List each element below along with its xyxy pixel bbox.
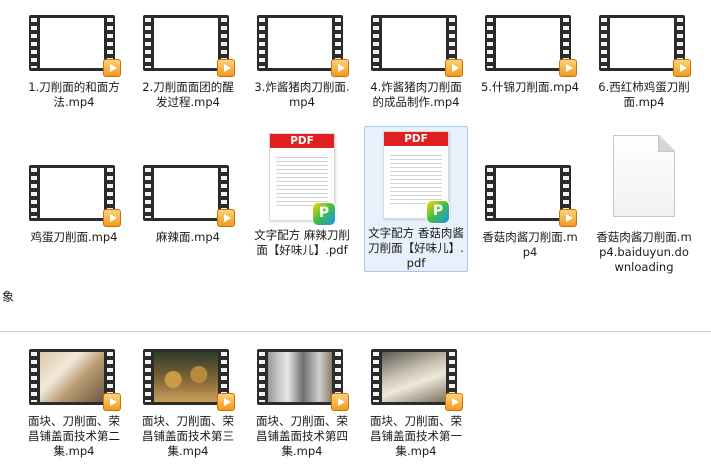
play-icon xyxy=(445,59,463,77)
video-thumbnail xyxy=(27,349,121,411)
play-icon xyxy=(559,209,577,227)
video-thumbnail xyxy=(141,165,235,227)
video-thumbnail xyxy=(369,349,463,411)
pdf-badge: PDF xyxy=(270,134,334,148)
file-name: 5.什锦刀削面.mp4 xyxy=(481,80,579,94)
file-name: 面块、刀削面、荣昌铺盖面技术第二集.mp4 xyxy=(28,414,120,458)
play-icon xyxy=(103,209,121,227)
file-pane-top: 1.刀削面的和面方法.mp4 2.刀削面面团的醒发过程.mp4 3.炸酱猪肉刀削… xyxy=(0,0,711,280)
blank-file-icon xyxy=(613,135,675,217)
file-name: 1.刀削面的和面方法.mp4 xyxy=(28,80,120,109)
file-name: 文字配方 麻辣刀削面【好味儿】.pdf xyxy=(254,228,350,257)
file-name: 面块、刀削面、荣昌铺盖面技术第四集.mp4 xyxy=(256,414,348,458)
pdf-badge: PDF xyxy=(384,132,448,146)
file-item-video[interactable]: 面块、刀削面、荣昌铺盖面技术第二集.mp4 xyxy=(22,344,126,460)
file-name: 香菇肉酱刀削面.mp4 xyxy=(482,230,578,259)
pdf-thumbnail: PDF xyxy=(369,131,463,223)
file-item-video[interactable]: 面块、刀削面、荣昌铺盖面技术第一集.mp4 xyxy=(364,344,468,460)
pdf-reader-app-icon xyxy=(427,201,449,223)
file-item-video[interactable]: 麻辣面.mp4 xyxy=(136,160,240,246)
play-icon xyxy=(331,59,349,77)
file-item-video[interactable]: 4.炸酱猪肉刀削面的成品制作.mp4 xyxy=(364,10,468,111)
play-icon xyxy=(673,59,691,77)
video-thumbnail xyxy=(369,15,463,77)
video-thumbnail xyxy=(27,165,121,227)
play-icon xyxy=(559,59,577,77)
download-thumbnail xyxy=(597,135,691,227)
video-thumbnail xyxy=(141,349,235,411)
file-name: 麻辣面.mp4 xyxy=(156,230,220,244)
file-item-video[interactable]: 鸡蛋刀削面.mp4 xyxy=(22,160,126,246)
divider xyxy=(0,331,711,332)
file-item-video[interactable]: 香菇肉酱刀削面.mp4 xyxy=(478,160,582,261)
file-name: 面块、刀削面、荣昌铺盖面技术第一集.mp4 xyxy=(370,414,462,458)
pdf-reader-app-icon xyxy=(313,203,335,225)
video-thumbnail xyxy=(255,349,349,411)
file-name: 面块、刀削面、荣昌铺盖面技术第三集.mp4 xyxy=(142,414,234,458)
file-item-pdf-selected[interactable]: PDF 文字配方 香菇肉酱刀削面【好味儿】.pdf xyxy=(364,126,468,272)
play-icon xyxy=(103,393,121,411)
file-item-download[interactable]: 香菇肉酱刀削面.mp4.baiduyun.downloading xyxy=(592,130,696,276)
file-name: 6.西红柿鸡蛋刀削面.mp4 xyxy=(598,80,690,109)
file-item-pdf[interactable]: PDF 文字配方 麻辣刀削面【好味儿】.pdf xyxy=(250,128,354,259)
file-name: 文字配方 香菇肉酱刀削面【好味儿】.pdf xyxy=(368,226,464,270)
pdf-thumbnail: PDF xyxy=(255,133,349,225)
file-item-video[interactable]: 3.炸酱猪肉刀削面.mp4 xyxy=(250,10,354,111)
video-thumbnail xyxy=(483,165,577,227)
play-icon xyxy=(103,59,121,77)
file-name: 4.炸酱猪肉刀削面的成品制作.mp4 xyxy=(370,80,462,109)
file-name: 香菇肉酱刀削面.mp4.baiduyun.downloading xyxy=(596,230,692,274)
file-name: 鸡蛋刀削面.mp4 xyxy=(30,230,118,244)
play-icon xyxy=(331,393,349,411)
video-thumbnail xyxy=(597,15,691,77)
video-thumbnail xyxy=(27,15,121,77)
play-icon xyxy=(217,393,235,411)
file-item-video[interactable]: 2.刀削面面团的醒发过程.mp4 xyxy=(136,10,240,111)
gap-label: 象 xyxy=(2,290,15,304)
video-thumbnail xyxy=(255,15,349,77)
file-item-video[interactable]: 6.西红柿鸡蛋刀削面.mp4 xyxy=(592,10,696,111)
details-gap xyxy=(0,280,711,336)
file-name: 3.炸酱猪肉刀削面.mp4 xyxy=(254,80,350,109)
file-item-video[interactable]: 1.刀削面的和面方法.mp4 xyxy=(22,10,126,111)
play-icon xyxy=(217,59,235,77)
file-item-video[interactable]: 面块、刀削面、荣昌铺盖面技术第四集.mp4 xyxy=(250,344,354,460)
file-name: 2.刀削面面团的醒发过程.mp4 xyxy=(142,80,234,109)
video-thumbnail xyxy=(483,15,577,77)
file-item-video[interactable]: 5.什锦刀削面.mp4 xyxy=(478,10,582,96)
video-thumbnail xyxy=(141,15,235,77)
play-icon xyxy=(217,209,235,227)
file-item-video[interactable]: 面块、刀削面、荣昌铺盖面技术第三集.mp4 xyxy=(136,344,240,460)
file-pane-bottom: 面块、刀削面、荣昌铺盖面技术第二集.mp4 面块、刀削面、荣昌铺盖面技术第三集.… xyxy=(0,336,711,472)
play-icon xyxy=(445,393,463,411)
